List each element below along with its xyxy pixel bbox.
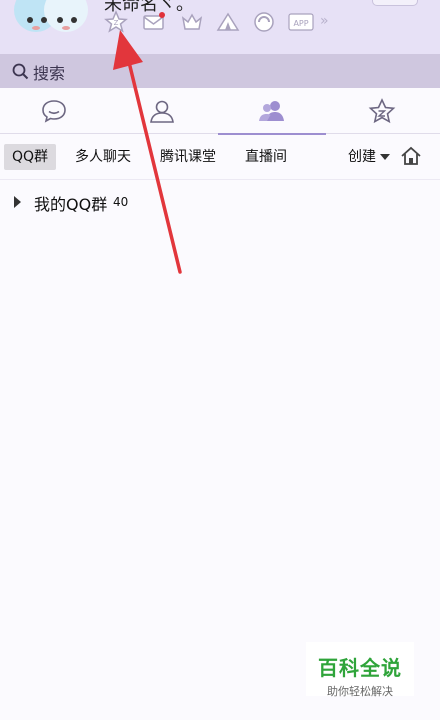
watermark-subtitle: 助你轻松解决	[327, 685, 393, 698]
search-icon	[12, 63, 29, 80]
qzone-star-icon[interactable]: Z	[104, 10, 128, 34]
watermark-title: 百科全说	[318, 656, 402, 680]
top-corner-button[interactable]	[372, 0, 418, 6]
subtab-tencent-class[interactable]: 腾讯课堂	[160, 144, 216, 170]
chevron-down-icon	[380, 154, 390, 160]
main-tab-bar	[0, 88, 440, 135]
home-icon[interactable]	[400, 145, 422, 167]
more-chevron-icon[interactable]: »	[320, 10, 344, 34]
tent-icon[interactable]	[216, 10, 240, 34]
subtab-qq-group[interactable]: QQ群	[4, 144, 57, 170]
subtab-live-room[interactable]: 直播间	[245, 144, 287, 170]
svg-text:Z: Z	[114, 19, 119, 27]
tab-contacts[interactable]	[108, 88, 216, 134]
profile-header: 未命名ヾ。 Z APP »	[0, 0, 440, 54]
app-icon[interactable]: APP	[288, 10, 316, 34]
circle-app-icon[interactable]	[252, 10, 276, 34]
group-count: 40	[113, 195, 129, 209]
subtab-multi-chat[interactable]: 多人聊天	[75, 144, 131, 170]
group-category-label: 我的QQ群	[34, 195, 108, 214]
chat-bubble-icon	[42, 100, 66, 123]
tab-favorites[interactable]	[328, 88, 436, 134]
tab-messages[interactable]	[0, 88, 108, 134]
mail-icon[interactable]	[142, 10, 166, 34]
contact-person-icon	[150, 100, 174, 123]
search-placeholder: 搜索	[33, 64, 66, 83]
tab-groups[interactable]	[218, 88, 326, 135]
crown-icon[interactable]	[180, 10, 204, 34]
svg-text:APP: APP	[293, 19, 308, 28]
create-dropdown[interactable]: 创建	[348, 144, 390, 170]
star-icon	[368, 98, 396, 124]
group-category-row[interactable]: 我的QQ群 40	[0, 188, 440, 216]
create-label: 创建	[348, 149, 376, 165]
sub-tab-bar: QQ群 多人聊天 腾讯课堂 直播间 创建	[0, 136, 440, 180]
search-bar[interactable]: 搜索	[0, 54, 440, 88]
expand-arrow-icon[interactable]	[14, 196, 21, 208]
watermark: 百科全说 助你轻松解决	[306, 642, 414, 698]
group-icon	[259, 101, 284, 121]
avatar[interactable]	[14, 0, 88, 36]
